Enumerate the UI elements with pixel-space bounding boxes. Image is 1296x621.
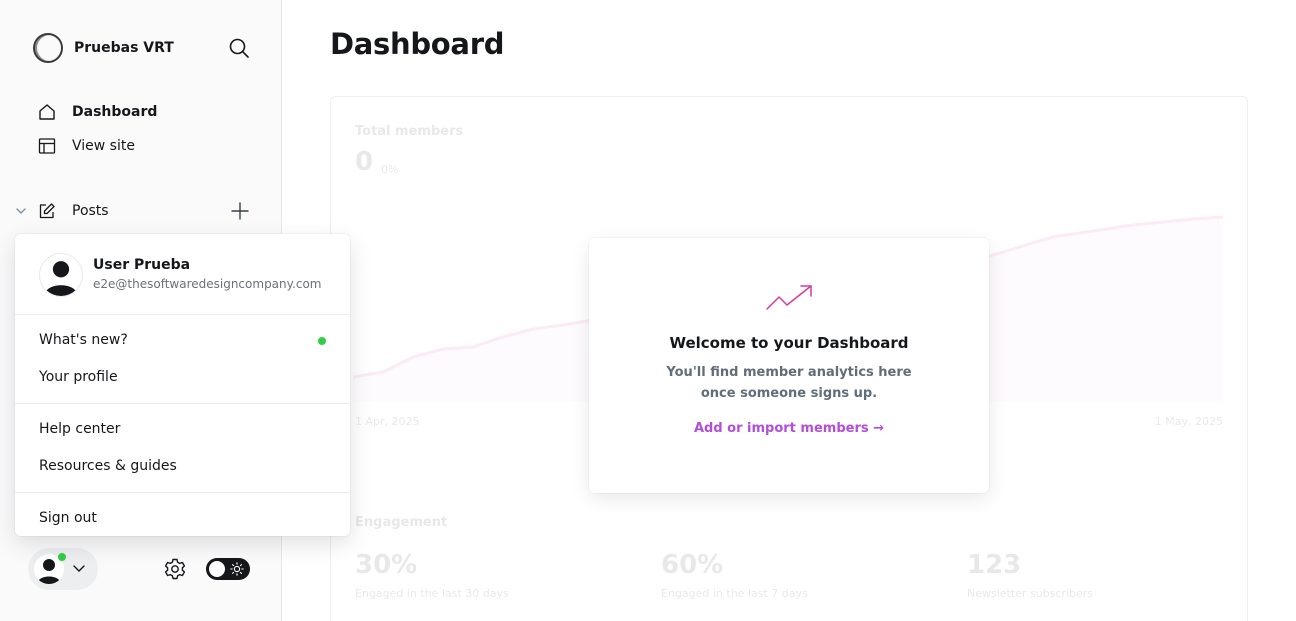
nav-dashboard-label: Dashboard [72,104,158,120]
menu-item-whats-new[interactable]: What's new? [15,322,350,359]
menu-section: Sign out [15,493,350,544]
menu-item-resources[interactable]: Resources & guides [15,448,350,485]
menu-section: Help center Resources & guides [15,404,350,493]
total-members-label: Total members [355,124,464,139]
layout-icon [38,138,56,154]
sun-icon [230,562,244,576]
user-menu-toggle[interactable] [28,548,98,590]
avatar [39,253,83,297]
nav-view-site-label: View site [72,138,135,154]
edit-icon [39,203,55,219]
toggle-knob [209,561,225,577]
user-name: User Prueba [93,257,191,273]
welcome-panel: Welcome to your Dashboard You'll find me… [589,238,989,493]
theme-toggle[interactable] [206,558,250,580]
user-dropdown-menu: User Prueba e2e@thesoftwaredesigncompany… [15,234,350,536]
search-icon[interactable] [228,37,250,59]
site-name: Pruebas VRT [74,40,174,56]
engagement-stat-value: 30% [355,550,418,580]
engagement-stat-value: 60% [661,550,724,580]
engagement-stat-caption: Newsletter subscribers [967,587,1094,600]
gear-icon[interactable] [163,557,187,581]
menu-user-header: User Prueba e2e@thesoftwaredesigncompany… [15,234,350,315]
engagement-label: Engagement [355,515,448,530]
nav-posts-label: Posts [72,203,109,219]
home-icon [39,104,55,120]
chart-end-label: 1 May, 2025 [1154,415,1223,428]
chevron-down-icon [73,565,85,572]
menu-item-sign-out[interactable]: Sign out [15,500,350,537]
user-email: e2e@thesoftwaredesigncompany.com [93,277,322,291]
new-indicator-dot [318,337,326,345]
menu-item-label: What's new? [39,332,128,348]
engagement-stat-caption: Engaged in the last 7 days [661,587,808,600]
menu-item-help-center[interactable]: Help center [15,411,350,448]
menu-item-label: Help center [39,421,121,437]
welcome-text: You'll find member analytics here once s… [666,365,912,401]
chevron-down-icon[interactable] [15,205,27,217]
menu-item-label: Your profile [39,369,118,385]
engagement-stat-caption: Engaged in the last 30 days [355,587,509,600]
nav-posts[interactable]: Posts [38,202,109,220]
brand[interactable]: Pruebas VRT [33,33,174,63]
trend-up-icon [766,285,812,310]
menu-item-label: Resources & guides [39,458,177,474]
welcome-title: Welcome to your Dashboard [669,334,909,352]
total-members-change: 0% [381,163,399,176]
engagement-stat-value: 123 [967,550,1022,580]
page-title: Dashboard [330,27,505,61]
chart-start-label: 1 Apr, 2025 [355,415,420,428]
user-silhouette-icon [43,261,79,296]
online-status-dot [57,552,67,562]
menu-item-your-profile[interactable]: Your profile [15,359,350,396]
menu-item-label: Sign out [39,510,97,526]
nav-dashboard[interactable]: Dashboard [38,103,157,121]
nav-view-site[interactable]: View site [38,137,135,155]
menu-section: What's new? Your profile [15,315,350,404]
add-members-link[interactable]: Add or import members → [589,421,989,436]
site-logo-icon [33,33,63,63]
plus-icon[interactable] [230,201,250,221]
total-members-value: 0 [355,147,374,177]
